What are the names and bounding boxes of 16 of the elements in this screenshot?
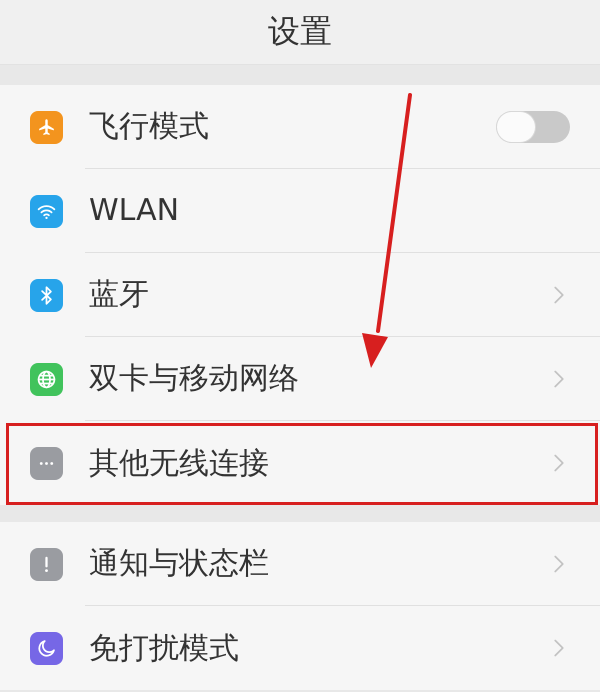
- row-label: 其他无线连接: [89, 444, 269, 482]
- row-label: 免打扰模式: [89, 630, 239, 668]
- settings-row[interactable]: WLAN: [0, 169, 600, 253]
- settings-row[interactable]: 其他无线连接: [0, 421, 600, 505]
- row-label: 通知与状态栏: [89, 545, 269, 583]
- settings-row[interactable]: 双卡与移动网络: [0, 337, 600, 421]
- row-label: 蓝牙: [89, 276, 149, 314]
- toggle-switch[interactable]: [496, 110, 570, 142]
- page-title: 设置: [268, 11, 332, 52]
- settings-row[interactable]: 蓝牙: [0, 253, 600, 337]
- row-label: WLAN: [89, 193, 180, 228]
- settings-row[interactable]: 免打扰模式: [0, 606, 600, 690]
- row-label: 飞行模式: [89, 108, 209, 146]
- settings-row[interactable]: 飞行模式: [0, 85, 600, 169]
- row-label: 双卡与移动网络: [89, 360, 299, 398]
- settings-row[interactable]: 通知与状态栏: [0, 522, 600, 606]
